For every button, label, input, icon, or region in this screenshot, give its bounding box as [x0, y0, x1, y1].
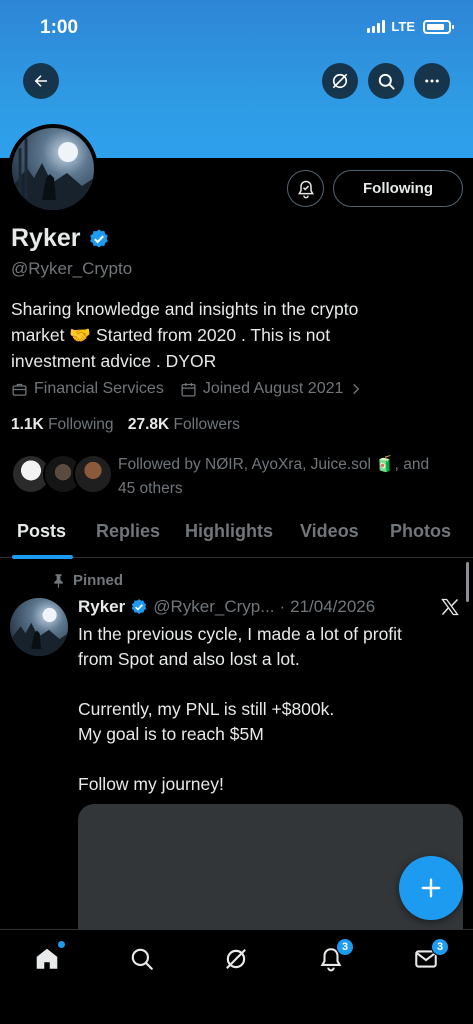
- battery-icon: [423, 19, 454, 34]
- profile-tabs: Posts Replies Highlights Videos Photos: [0, 506, 473, 559]
- scrollbar[interactable]: [466, 562, 469, 602]
- post-separator: ·: [279, 597, 286, 616]
- bottom-nav: 3 3: [0, 929, 473, 1024]
- compose-button[interactable]: [399, 856, 463, 920]
- profile-stats: 1.1K Following 27.8K Followers: [11, 416, 240, 434]
- grok-icon: [226, 949, 246, 969]
- followers-stat[interactable]: 27.8K Followers: [128, 416, 240, 433]
- pin-icon: [54, 574, 63, 588]
- status-bar: 1:00 LTE: [0, 0, 473, 56]
- profile-bio: Sharing knowledge and insights in the cr…: [11, 296, 451, 374]
- messages-badge: 3: [431, 938, 449, 956]
- profile-avatar[interactable]: [8, 124, 98, 214]
- followed-by-text[interactable]: Followed by NØIR, AyoXra, Juice.sol 🧃, a…: [118, 453, 463, 501]
- nav-search[interactable]: [127, 944, 157, 974]
- bell-checked-icon: [297, 180, 314, 198]
- plus-icon: [421, 878, 441, 898]
- pinned-label: Pinned: [52, 572, 123, 589]
- joined-date: Joined August 2021: [202, 380, 344, 397]
- juice-emoji: 🧃: [375, 456, 395, 473]
- nav-messages[interactable]: 3: [411, 938, 449, 974]
- nav-home[interactable]: [32, 941, 65, 974]
- notifications-badge: 3: [336, 938, 354, 956]
- post-author-handle[interactable]: @Ryker_Cryp...: [153, 597, 274, 617]
- post-date[interactable]: 21/04/2026: [290, 597, 375, 617]
- nav-grok[interactable]: [221, 944, 251, 974]
- search-button[interactable]: [368, 63, 404, 99]
- x-logo-icon: [440, 597, 460, 622]
- bio-line: investment advice . DYOR: [11, 351, 217, 371]
- status-time: 1:00: [40, 17, 79, 38]
- status-indicators: LTE: [367, 19, 454, 34]
- bio-line: Sharing knowledge and insights in the cr…: [11, 299, 359, 319]
- home-unread-dot: [58, 941, 65, 948]
- back-button[interactable]: [23, 63, 59, 99]
- more-button[interactable]: [414, 63, 450, 99]
- notification-bell-button[interactable]: [287, 170, 324, 207]
- grok-icon: [332, 73, 348, 89]
- handshake-emoji: 🤝: [69, 325, 92, 345]
- signal-icon: [367, 20, 386, 33]
- search-icon: [131, 948, 153, 970]
- search-icon: [378, 73, 395, 90]
- back-arrow-icon: [34, 75, 47, 87]
- more-icon: [425, 79, 439, 83]
- tab-posts[interactable]: Posts: [17, 521, 66, 542]
- active-tab-indicator: [12, 555, 73, 559]
- tab-videos[interactable]: Videos: [300, 521, 359, 542]
- post-author-avatar[interactable]: [10, 598, 68, 656]
- tab-highlights[interactable]: Highlights: [185, 521, 273, 542]
- profile-category[interactable]: Financial Services: [34, 380, 164, 398]
- avatar-image: [12, 128, 94, 210]
- post-author-name[interactable]: Ryker: [78, 597, 125, 617]
- verified-badge-icon: [132, 599, 147, 614]
- tab-replies[interactable]: Replies: [96, 521, 160, 542]
- home-icon: [36, 948, 58, 969]
- calendar-icon: [181, 382, 196, 397]
- grok-button[interactable]: [322, 63, 358, 99]
- avatar-image: [10, 598, 68, 656]
- post-header: Ryker @Ryker_Cryp... · 21/04/2026: [78, 597, 375, 617]
- network-label: LTE: [391, 19, 415, 34]
- chevron-right-icon[interactable]: [349, 382, 363, 396]
- nav-notifications[interactable]: 3: [316, 938, 354, 974]
- following-stat[interactable]: 1.1K Following: [11, 416, 114, 433]
- tab-photos[interactable]: Photos: [390, 521, 451, 542]
- briefcase-icon: [12, 383, 27, 396]
- profile-handle: @Ryker_Crypto: [11, 259, 133, 278]
- profile-meta: Financial Services Joined August 2021: [11, 380, 363, 398]
- post-text: In the previous cycle, I made a lot of p…: [78, 624, 402, 794]
- bio-line: market 🤝 Started from 2020 . This is not: [11, 325, 331, 345]
- following-button[interactable]: Following: [333, 170, 463, 207]
- profile-name-row: Ryker: [11, 224, 110, 253]
- avatar: [73, 454, 113, 494]
- profile-name: Ryker: [11, 224, 81, 252]
- verified-badge-icon[interactable]: [88, 228, 110, 250]
